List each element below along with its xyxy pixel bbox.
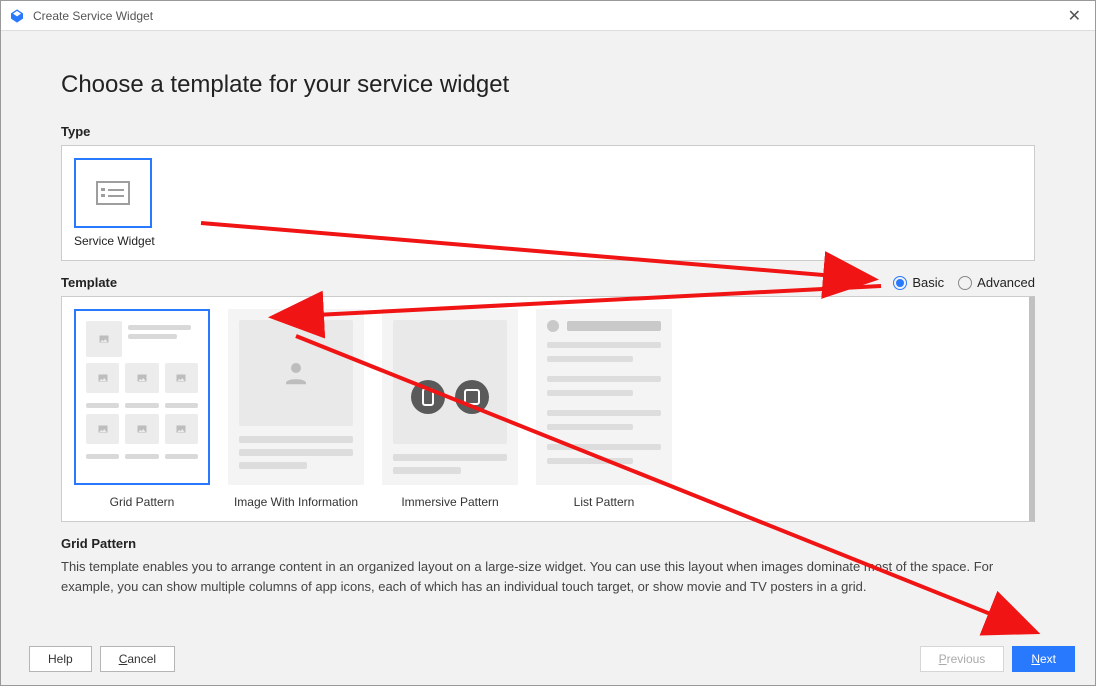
tablet-icon[interactable]: [455, 380, 489, 414]
radio-icon: [893, 276, 907, 290]
page-heading: Choose a template for your service widge…: [61, 71, 1035, 99]
template-label: Template: [61, 275, 117, 290]
app-logo-icon: [9, 8, 25, 24]
phone-icon[interactable]: [411, 380, 445, 414]
template-thumb-grid: [74, 309, 210, 485]
window-title: Create Service Widget: [33, 9, 1062, 23]
template-item-list[interactable]: List Pattern: [536, 309, 672, 509]
description-body: This template enables you to arrange con…: [61, 557, 1021, 596]
card-icon: [96, 181, 130, 205]
template-item-grid[interactable]: Grid Pattern: [74, 309, 210, 509]
previous-button: Previous: [920, 646, 1005, 672]
template-box: Grid Pattern Image With Information: [61, 296, 1035, 522]
radio-icon: [958, 276, 972, 290]
radio-basic-label: Basic: [912, 275, 944, 290]
radio-advanced[interactable]: Advanced: [958, 275, 1035, 290]
type-label: Type: [61, 124, 1035, 139]
template-item-label: List Pattern: [536, 495, 672, 509]
template-mode-radio-group: Basic Advanced: [893, 275, 1035, 290]
cancel-button[interactable]: Cancel: [100, 646, 175, 672]
radio-basic[interactable]: Basic: [893, 275, 944, 290]
template-item-label: Grid Pattern: [74, 495, 210, 509]
template-item-image-info[interactable]: Image With Information: [228, 309, 364, 509]
type-box: Service Widget: [61, 145, 1035, 261]
radio-advanced-label: Advanced: [977, 275, 1035, 290]
type-thumb-service-widget[interactable]: [74, 158, 152, 228]
template-thumb-image-info: [228, 309, 364, 485]
type-item-service-widget[interactable]: Service Widget: [74, 158, 155, 248]
immersive-device-overlay: [382, 309, 518, 485]
window-titlebar: Create Service Widget ✕: [1, 1, 1095, 31]
description-title: Grid Pattern: [61, 536, 1035, 551]
template-item-label: Immersive Pattern: [382, 495, 518, 509]
template-item-immersive[interactable]: Immersive Pattern: [382, 309, 518, 509]
next-button[interactable]: Next: [1012, 646, 1075, 672]
type-item-label: Service Widget: [74, 234, 155, 248]
close-icon[interactable]: ✕: [1062, 6, 1087, 26]
dialog-footer: Help Cancel Previous Next: [1, 633, 1095, 685]
template-item-label: Image With Information: [228, 495, 364, 509]
help-button[interactable]: Help: [29, 646, 92, 672]
template-thumb-list: [536, 309, 672, 485]
